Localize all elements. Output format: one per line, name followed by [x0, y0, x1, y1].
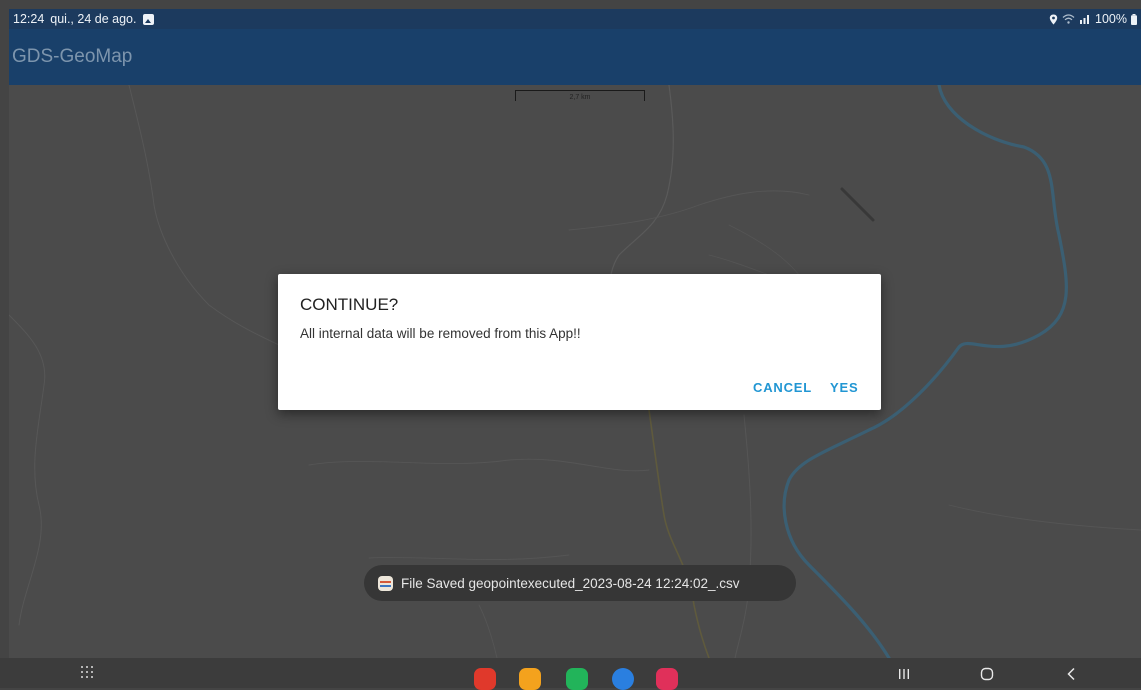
status-time: 12:24 — [13, 12, 45, 26]
app-bar: GDS-GeoMap — [9, 29, 1141, 85]
location-icon — [1049, 14, 1058, 24]
app-red-icon[interactable] — [474, 668, 496, 690]
gallery-notification-icon — [143, 13, 155, 25]
camera-icon[interactable] — [656, 668, 678, 690]
signal-icon — [1080, 15, 1090, 24]
confirm-dialog: CONTINUE? All internal data will be remo… — [278, 274, 881, 410]
folder-icon[interactable] — [519, 668, 541, 690]
messages-icon[interactable] — [612, 668, 634, 690]
yes-button[interactable]: YES — [830, 380, 858, 395]
map-scale-bar: 2,7 km — [515, 90, 645, 101]
recents-icon[interactable] — [898, 668, 910, 680]
status-bar: 12:24 qui., 24 de ago. 100% — [9, 9, 1141, 29]
dialog-title: CONTINUE? — [300, 295, 399, 314]
status-date: qui., 24 de ago. — [50, 12, 137, 26]
home-icon[interactable] — [980, 667, 994, 681]
toast-message: File Saved geopointexecuted_2023-08-24 1… — [401, 575, 740, 591]
app-icon — [378, 575, 393, 591]
navigation-bar — [0, 658, 1141, 690]
app-title: GDS-GeoMap — [12, 46, 133, 67]
cancel-button[interactable]: CANCEL — [753, 380, 812, 395]
map-scale-label: 2,7 km — [569, 94, 591, 101]
battery-percent: 100% — [1095, 12, 1127, 26]
phone-icon[interactable] — [566, 668, 588, 690]
wifi-icon — [1062, 14, 1075, 24]
dialog-message: All internal data will be removed from t… — [300, 326, 581, 341]
app-drawer-icon[interactable] — [81, 666, 95, 680]
back-icon[interactable] — [1066, 667, 1076, 681]
status-indicators: 100% — [1049, 12, 1137, 26]
toast-notification: File Saved geopointexecuted_2023-08-24 1… — [364, 565, 796, 601]
battery-icon — [1131, 13, 1137, 25]
